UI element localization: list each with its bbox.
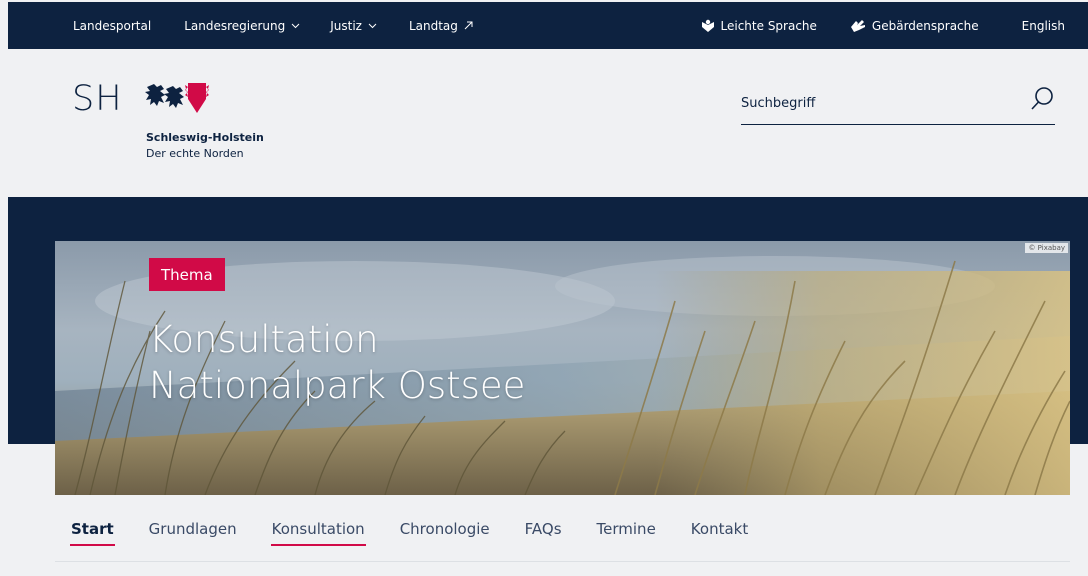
site-header: SH Schleswig-Holstein Der echte Norden (8, 49, 1088, 197)
tab-chronologie[interactable]: Chronologie (399, 517, 491, 546)
tab-faqs[interactable]: FAQs (524, 517, 563, 546)
tab-kontakt[interactable]: Kontakt (690, 517, 749, 546)
topnav-justiz[interactable]: Justiz (330, 2, 377, 49)
logo-abbreviation: SH (72, 79, 123, 119)
tab-grundlagen[interactable]: Grundlagen (148, 517, 238, 546)
topic-badge: Thema (149, 258, 225, 291)
sign-language-icon (849, 18, 867, 33)
topnav-gebaerdensprache[interactable]: Gebärdensprache (849, 2, 979, 49)
tab-konsultation[interactable]: Konsultation (270, 517, 366, 546)
topnav-label: Gebärdensprache (871, 18, 979, 33)
top-navigation-bar: Landesportal Landesregierung Justiz Land… (8, 2, 1088, 49)
external-link-arrow-icon (464, 21, 473, 30)
page-title: Konsultation Nationalpark Ostsee (149, 317, 849, 409)
topnav-landesregierung[interactable]: Landesregierung (184, 2, 300, 49)
image-credit: © Pixabay (1025, 243, 1068, 253)
page-title-line-2: Nationalpark Ostsee (149, 364, 526, 407)
search-input[interactable] (741, 91, 1001, 115)
topnav-label: Leichte Sprache (720, 18, 817, 33)
topnav-label: Landesregierung (184, 18, 286, 33)
tab-start[interactable]: Start (70, 517, 115, 546)
site-logo[interactable]: SH Schleswig-Holstein Der echte Norden (72, 79, 302, 189)
easy-language-icon (700, 19, 716, 33)
search-form (741, 77, 1055, 125)
chevron-down-icon (368, 23, 377, 29)
topnav-label: Landesportal (73, 18, 152, 33)
topnav-landesportal[interactable]: Landesportal (73, 2, 151, 49)
tab-termine[interactable]: Termine (596, 517, 657, 546)
topnav-label: English (1021, 18, 1065, 33)
topnav-english[interactable]: English (1022, 2, 1065, 49)
topnav-label: Landtag (408, 18, 458, 33)
coat-of-arms-icon (144, 81, 244, 126)
topnav-landtag[interactable]: Landtag (409, 2, 473, 49)
page-title-line-1: Konsultation (149, 318, 379, 361)
topnav-label: Justiz (330, 18, 362, 33)
hero-banner: © Pixabay Thema Konsultation Nationalpar… (55, 241, 1070, 495)
logo-state-name: Schleswig-Holstein (146, 131, 264, 144)
search-icon[interactable] (1029, 85, 1055, 113)
section-navigation: Start Grundlagen Konsultation Chronologi… (55, 504, 1070, 562)
chevron-down-icon (291, 23, 300, 29)
topnav-leichte-sprache[interactable]: Leichte Sprache (700, 2, 817, 49)
logo-claim: Der echte Norden (146, 147, 244, 160)
